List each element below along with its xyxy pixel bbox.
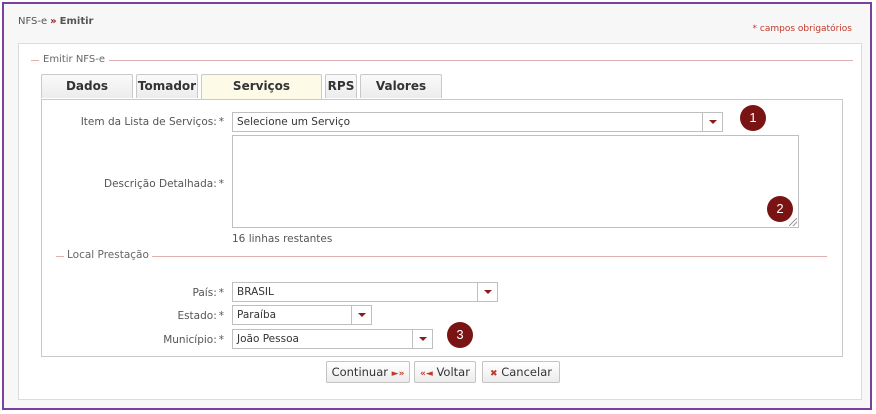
pais-value: BRASIL [237, 286, 274, 298]
estado-label: Estado: * [177, 310, 224, 322]
breadcrumb-separator: » [50, 16, 57, 27]
panel-legend: Emitir NFS-e [39, 54, 109, 65]
resize-handle-icon[interactable] [789, 218, 797, 226]
top-bar: NFS-e» Emitir * campos obrigatórios [4, 4, 870, 36]
pais-label: País: * [192, 287, 224, 299]
tab-tomador[interactable]: Tomador [136, 74, 198, 98]
item-lista-value: Selecione um Serviço [237, 116, 351, 128]
tab-dados-basicos[interactable]: Dados Básicos [41, 74, 133, 115]
step-badge-2: 2 [767, 196, 793, 222]
item-lista-select[interactable]: Selecione um Serviço [232, 112, 723, 132]
municipio-label: Município: * [163, 334, 224, 346]
chevron-down-icon[interactable] [702, 113, 722, 131]
forward-arrow-icon: ►» [391, 369, 405, 379]
step-badge-3: 3 [447, 322, 473, 348]
legend-line [31, 60, 853, 61]
estado-value: Paraíba [237, 309, 277, 321]
municipio-select[interactable]: João Pessoa [232, 329, 433, 349]
back-arrow-icon: «◄ [420, 369, 433, 379]
close-icon: ✖ [490, 369, 498, 379]
lines-remaining: 16 linhas restantes [232, 233, 333, 245]
municipio-value: João Pessoa [237, 333, 299, 345]
breadcrumb-current: Emitir [59, 16, 94, 27]
step-badge-1: 1 [740, 105, 766, 131]
breadcrumb: NFS-e» Emitir [18, 16, 93, 27]
required-fields-note: * campos obrigatórios [752, 24, 852, 34]
estado-select[interactable]: Paraíba [232, 305, 372, 325]
tab-valores[interactable]: Valores (R$) [360, 74, 442, 115]
breadcrumb-root[interactable]: NFS-e [18, 16, 47, 27]
tab-content-servicos: Item da Lista de Serviços: * Selecione um… [41, 99, 843, 357]
emitir-panel: Emitir NFS-e Dados Básicos Tomador Servi… [18, 43, 862, 400]
pais-select[interactable]: BRASIL [232, 282, 498, 302]
chevron-down-icon[interactable] [412, 330, 432, 348]
app-frame: NFS-e» Emitir * campos obrigatórios Emiti… [2, 2, 872, 410]
descricao-textarea[interactable] [232, 135, 799, 228]
continuar-button[interactable]: Continuar ►» [326, 361, 410, 383]
chevron-down-icon[interactable] [351, 306, 371, 324]
item-lista-label: Item da Lista de Serviços: * [80, 116, 224, 128]
tab-servicos-prestados[interactable]: Serviços Prestados [201, 74, 322, 115]
chevron-down-icon[interactable] [477, 283, 497, 301]
local-legend: Local Prestação [64, 249, 152, 261]
voltar-button[interactable]: «◄ Voltar [414, 361, 476, 383]
tab-rps[interactable]: RPS [325, 74, 357, 98]
cancelar-button[interactable]: ✖ Cancelar [482, 361, 560, 383]
descricao-label: Descrição Detalhada: * [104, 178, 224, 190]
local-legend-line [56, 256, 827, 257]
